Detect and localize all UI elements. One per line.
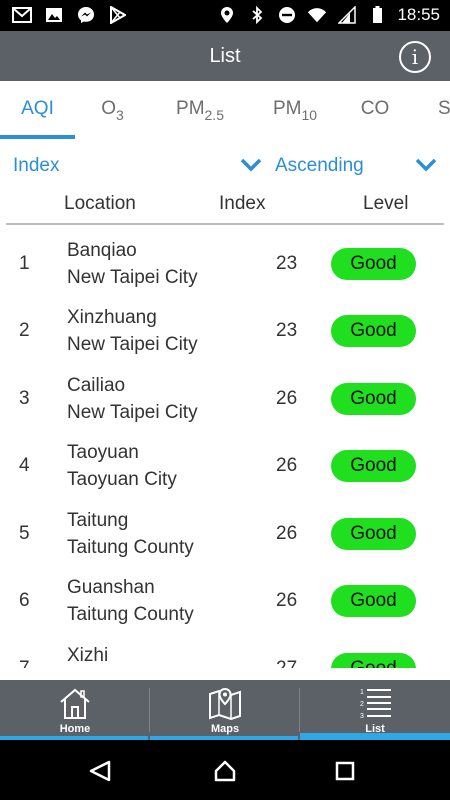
station-city: New Taipei City bbox=[67, 402, 198, 423]
nav-active-indicator bbox=[300, 733, 450, 740]
level-badge: Good bbox=[331, 653, 416, 668]
station-city: Taitung County bbox=[67, 604, 194, 625]
list-item[interactable]: 1 Banqiao New Taipei City 23 Good bbox=[0, 226, 450, 293]
tab-indicator bbox=[0, 135, 75, 139]
rank: 1 bbox=[19, 253, 30, 274]
info-icon: i bbox=[411, 45, 419, 69]
sort-controls: Index Ascending bbox=[0, 150, 450, 182]
rank: 5 bbox=[19, 523, 30, 544]
aqi-value: 23 bbox=[276, 253, 298, 274]
list-item[interactable]: 7 Xizhi 27 Good bbox=[0, 631, 450, 668]
header-location: Location bbox=[64, 193, 136, 214]
svg-text:1: 1 bbox=[360, 689, 364, 696]
list-icon: 1 2 3 bbox=[360, 689, 391, 720]
bottom-navigation: Home Maps 1 2 3 List bbox=[0, 680, 450, 740]
rank: 7 bbox=[19, 658, 30, 668]
station-city: Taoyuan City bbox=[67, 469, 177, 490]
svg-text:3: 3 bbox=[360, 713, 364, 720]
tab-pm10[interactable]: PM 10 bbox=[250, 81, 340, 137]
station-city: New Taipei City bbox=[67, 334, 198, 355]
tab-pm25[interactable]: PM 2.5 bbox=[150, 81, 250, 137]
station-name: Xizhi bbox=[67, 645, 109, 666]
station-list[interactable]: 1 Banqiao New Taipei City 23 Good 2 Xinz… bbox=[0, 226, 450, 668]
station-name: Cailiao bbox=[67, 375, 126, 396]
tab-co[interactable]: CO bbox=[340, 81, 410, 137]
table-header: Location Index Level bbox=[0, 190, 450, 220]
back-icon[interactable] bbox=[88, 760, 112, 782]
wifi-icon bbox=[307, 6, 327, 24]
signal-icon bbox=[337, 6, 357, 24]
rank: 6 bbox=[19, 590, 30, 611]
pollutant-tabs: AQI O3 PM 2.5 PM 10 CO S bbox=[0, 81, 450, 139]
nav-maps[interactable]: Maps bbox=[150, 680, 300, 740]
location-icon bbox=[217, 6, 237, 24]
chevron-down-icon bbox=[415, 158, 437, 172]
station-city: Taitung County bbox=[67, 537, 194, 558]
do-not-disturb-icon bbox=[277, 6, 297, 24]
list-item[interactable]: 2 Xinzhuang New Taipei City 23 Good bbox=[0, 293, 450, 360]
aqi-value: 26 bbox=[276, 388, 298, 409]
list-item[interactable]: 5 Taitung Taitung County 26 Good bbox=[0, 496, 450, 563]
map-icon bbox=[209, 687, 241, 720]
bluetooth-icon bbox=[247, 6, 267, 24]
list-item[interactable]: 3 Cailiao New Taipei City 26 Good bbox=[0, 361, 450, 428]
level-badge: Good bbox=[331, 383, 416, 415]
status-bar: 18:55 bbox=[0, 0, 450, 31]
recents-icon[interactable] bbox=[335, 761, 355, 781]
aqi-value: 27 bbox=[276, 658, 297, 668]
sort-field-dropdown[interactable]: Index bbox=[13, 150, 263, 182]
level-badge: Good bbox=[331, 518, 416, 550]
rank: 4 bbox=[19, 455, 30, 476]
chevron-down-icon bbox=[240, 158, 262, 172]
aqi-value: 26 bbox=[276, 455, 298, 476]
level-badge: Good bbox=[331, 315, 416, 347]
rank: 2 bbox=[19, 320, 30, 341]
image-icon bbox=[44, 6, 64, 24]
aqi-value: 26 bbox=[276, 590, 298, 611]
status-time: 18:55 bbox=[397, 5, 440, 24]
page-title: List bbox=[209, 45, 241, 67]
info-button[interactable]: i bbox=[399, 41, 431, 73]
tab-so2[interactable]: S bbox=[410, 81, 450, 137]
gmail-icon bbox=[12, 6, 32, 24]
tab-o3[interactable]: O3 bbox=[75, 81, 150, 137]
station-name: Guanshan bbox=[67, 577, 155, 598]
nav-divider bbox=[299, 688, 300, 732]
app-bar: List bbox=[0, 31, 450, 81]
level-badge: Good bbox=[331, 585, 416, 617]
home-icon bbox=[60, 688, 90, 719]
rank: 3 bbox=[19, 388, 30, 409]
system-navigation bbox=[0, 740, 450, 800]
tab-aqi[interactable]: AQI bbox=[0, 81, 75, 137]
battery-icon bbox=[367, 6, 387, 24]
header-index: Index bbox=[219, 193, 266, 214]
aqi-value: 23 bbox=[276, 320, 298, 341]
station-city: New Taipei City bbox=[67, 267, 198, 288]
aqi-value: 26 bbox=[276, 523, 298, 544]
level-badge: Good bbox=[331, 450, 416, 482]
header-level: Level bbox=[363, 193, 409, 214]
play-store-icon bbox=[108, 6, 128, 24]
svg-text:2: 2 bbox=[360, 701, 364, 708]
station-name: Xinzhuang bbox=[67, 307, 157, 328]
list-item[interactable]: 6 Guanshan Taitung County 26 Good bbox=[0, 563, 450, 630]
nav-list[interactable]: 1 2 3 List bbox=[300, 680, 450, 740]
station-name: Taitung bbox=[67, 510, 129, 531]
list-item[interactable]: 4 Taoyuan Taoyuan City 26 Good bbox=[0, 428, 450, 495]
level-badge: Good bbox=[331, 248, 416, 280]
nav-divider bbox=[149, 688, 150, 732]
station-name: Banqiao bbox=[67, 240, 137, 261]
home-button-icon[interactable] bbox=[213, 759, 237, 783]
station-name: Taoyuan bbox=[67, 442, 139, 463]
nav-home[interactable]: Home bbox=[0, 680, 150, 740]
messenger-icon bbox=[76, 6, 96, 24]
header-divider bbox=[6, 223, 444, 225]
